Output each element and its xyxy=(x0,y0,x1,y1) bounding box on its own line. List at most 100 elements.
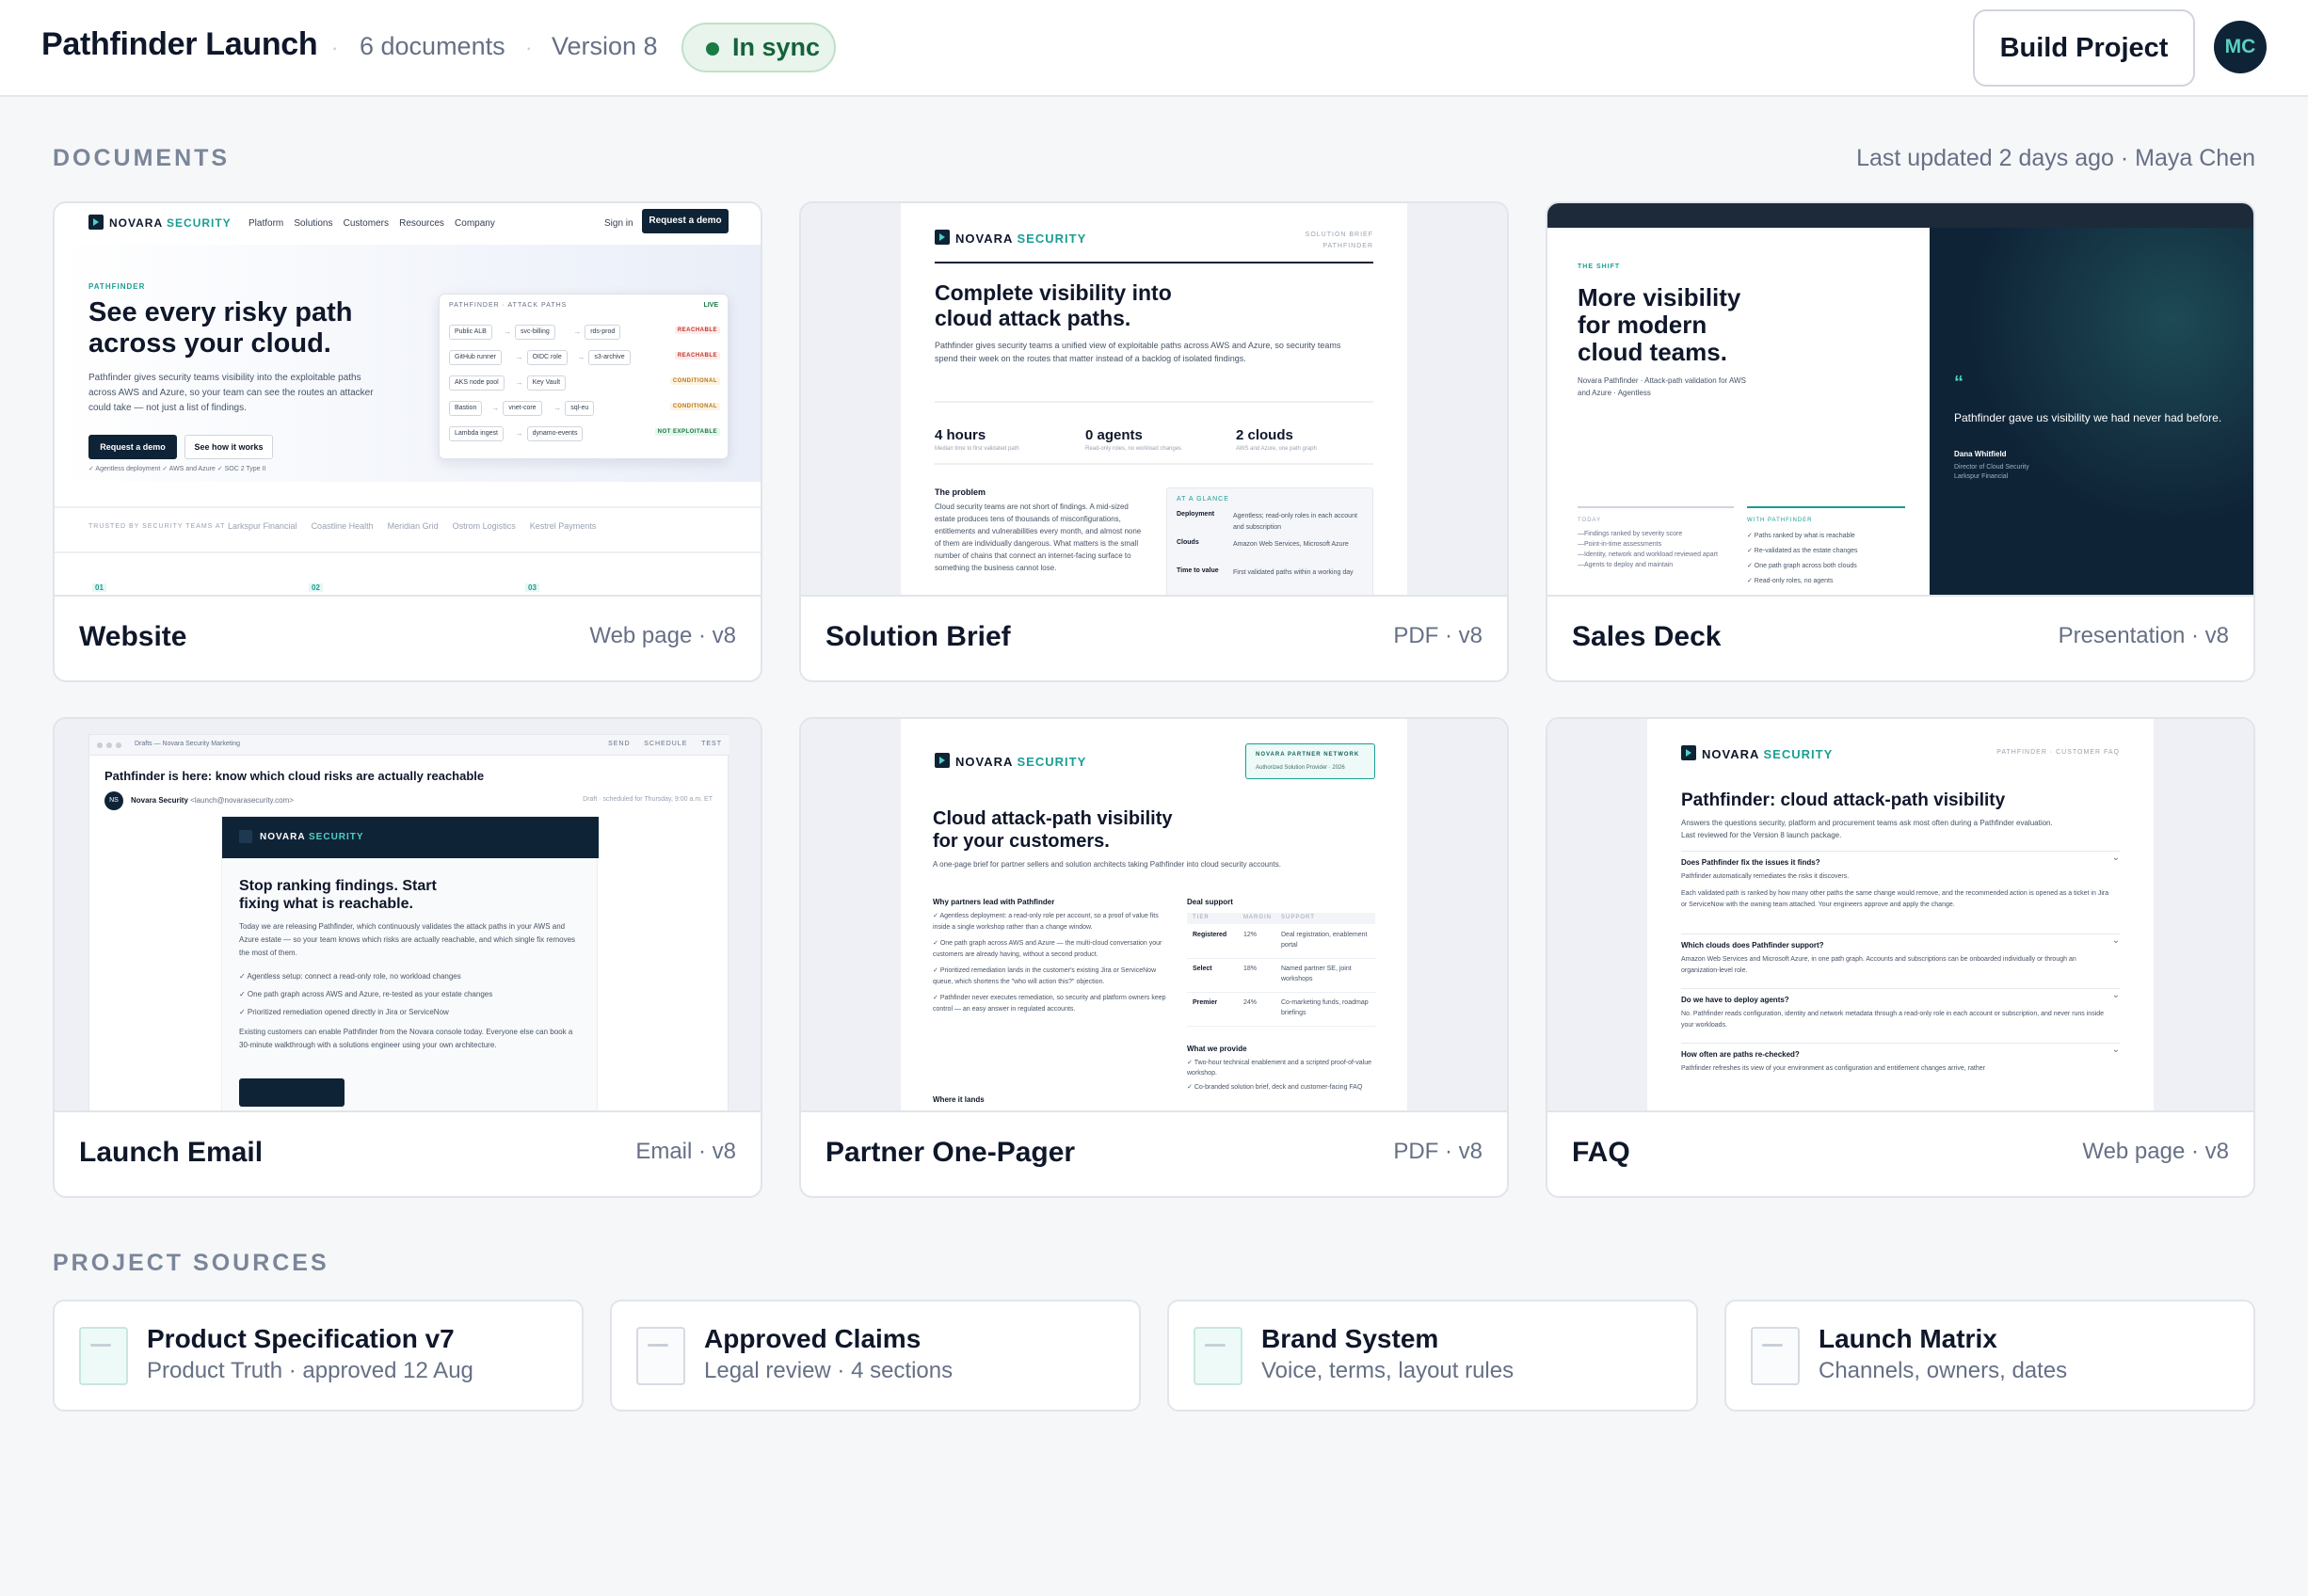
document-type: Presentation · v8 xyxy=(2058,623,2229,648)
glance-key: Clouds xyxy=(1177,539,1199,546)
sender-name: Novara Security <launch@novarasecurity.c… xyxy=(131,796,294,805)
faq-question: Does Pathfinder fix the issues it finds? xyxy=(1681,858,1820,867)
document-card-faq[interactable]: NOVARA SECURITY PATHFINDER · CUSTOMER FA… xyxy=(1546,717,2255,1198)
document-card-website[interactable]: NOVARA SECURITY Platform Solutions Custo… xyxy=(53,201,762,682)
with-rule xyxy=(1747,506,1905,508)
email-scheduled: Draft · scheduled for Thursday, 9:00 a.m… xyxy=(583,796,713,803)
project-sources-label: PROJECT SOURCES xyxy=(53,1250,329,1276)
novara-logo-icon xyxy=(1681,745,1696,760)
chevron-down-icon: ⌄ xyxy=(2111,1045,2120,1055)
faq-answer: Each validated path is ranked by how man… xyxy=(1681,890,2109,908)
arrow-icon: → xyxy=(491,404,500,412)
faq-intro: Answers the questions security, platform… xyxy=(1681,819,2053,839)
document-icon xyxy=(1194,1327,1242,1385)
document-name: Website xyxy=(79,621,187,652)
faq-answer: Amazon Web Services and Microsoft Azure,… xyxy=(1681,956,2076,974)
separator-dot: · xyxy=(331,36,339,59)
faq-question: Which clouds does Pathfinder support? xyxy=(1681,941,1824,950)
stat-label: Read-only roles, no workload changes xyxy=(1085,446,1182,452)
document-card-solution-brief[interactable]: NOVARA SECURITY SOLUTION BRIEF PATHFINDER… xyxy=(799,201,1509,682)
problem-text: Cloud security teams are not short of fi… xyxy=(935,503,1142,572)
hero-headline: See every risky path across your cloud. xyxy=(88,297,353,359)
arrow-icon: → xyxy=(515,429,523,438)
faq-rule xyxy=(1681,1043,2120,1044)
faq-answer: Pathfinder automatically remediates the … xyxy=(1681,873,1850,880)
hero-eyebrow: PATHFINDER xyxy=(88,282,146,291)
deal-cell: Co-marketing funds, roadmap briefings xyxy=(1281,999,1369,1016)
sales-deck-thumbnail: THE SHIFT More visibility for modern cloud… xyxy=(1547,203,2253,597)
email-cta-button xyxy=(239,1078,345,1107)
document-count: 6 documents xyxy=(360,32,505,60)
divider xyxy=(55,506,761,508)
email-actions: SEND SCHEDULE TEST xyxy=(608,741,722,747)
path-node: Lambda ingest xyxy=(449,426,504,441)
provide-heading: What we provide xyxy=(1187,1045,1247,1053)
row-rule xyxy=(1187,1026,1375,1027)
document-card-sales-deck[interactable]: THE SHIFT More visibility for modern cloud… xyxy=(1546,201,2255,682)
path-status-badge: CONDITIONAL xyxy=(669,403,720,410)
document-card-launch-email[interactable]: Drafts — Novara Security Marketing SEND … xyxy=(53,717,762,1198)
partner-network-badge: NOVARA PARTNER NETWORK Authorized Soluti… xyxy=(1245,743,1375,779)
source-subtitle: Product Truth · approved 12 Aug xyxy=(147,1358,473,1383)
partner-title: Cloud attack-path visibility for your cus… xyxy=(933,808,1173,852)
request-demo-nav-button: Request a demo xyxy=(642,209,729,233)
path-node: sql-eu xyxy=(565,401,595,416)
rule xyxy=(935,463,1373,465)
path-node: s3-archive xyxy=(588,350,631,365)
email-body-text: Today we are releasing Pathfinder, which… xyxy=(239,922,576,957)
step-number: 03 xyxy=(525,583,539,592)
documents-section-label: DOCUMENTS xyxy=(53,145,231,171)
document-name: Launch Email xyxy=(79,1137,264,1168)
column-header: MARGIN xyxy=(1243,915,1272,920)
site-nav: Platform Solutions Customers Resources C… xyxy=(248,218,495,229)
document-name: Sales Deck xyxy=(1572,621,1722,652)
step-number: 02 xyxy=(309,583,323,592)
email-banner: NOVARA SECURITY xyxy=(222,817,599,858)
email-subject: Pathfinder is here: know which cloud ris… xyxy=(104,769,485,783)
document-type: Web page · v8 xyxy=(589,623,736,648)
source-card-brand-system[interactable]: Brand System Voice, terms, layout rules xyxy=(1167,1300,1698,1412)
step-number: 01 xyxy=(92,583,106,592)
source-card-approved-claims[interactable]: Approved Claims Legal review · 4 section… xyxy=(610,1300,1141,1412)
attack-path-panel: PATHFINDER · ATTACK PATHS LIVE Public AL… xyxy=(439,294,729,459)
hero-body: Pathfinder gives security teams visibili… xyxy=(88,373,374,413)
status-dot-icon xyxy=(706,42,719,56)
chevron-down-icon: ⌄ xyxy=(2111,990,2120,1000)
arrow-icon: → xyxy=(577,353,585,361)
attack-path-row: Lambda ingest → dynamo-events NOT EXPLOITAB… xyxy=(449,426,720,443)
stat-value: 2 clouds xyxy=(1236,427,1293,443)
source-title: Launch Matrix xyxy=(1819,1324,1997,1353)
today-heading: TODAY xyxy=(1578,518,1602,523)
novara-logo-icon xyxy=(239,830,252,843)
attack-path-row: Public ALB → svc-billing → rds-prod REACHABLE xyxy=(449,325,720,342)
document-card-partner-one-pager[interactable]: NOVARA SECURITY NOVARA PARTNER NETWORK A… xyxy=(799,717,1509,1198)
source-title: Brand System xyxy=(1261,1324,1439,1353)
document-type: PDF · v8 xyxy=(1393,623,1483,648)
window-dot-icon xyxy=(106,742,112,748)
sync-status-badge: In sync xyxy=(681,23,836,72)
window-dot-icon xyxy=(97,742,103,748)
glance-key: Deployment xyxy=(1177,511,1215,518)
source-card-launch-matrix[interactable]: Launch Matrix Channels, owners, dates xyxy=(1724,1300,2255,1412)
deal-cell: 24% xyxy=(1243,999,1258,1006)
document-icon xyxy=(79,1327,128,1385)
chevron-down-icon: ⌄ xyxy=(2111,935,2120,946)
build-project-button[interactable]: Build Project xyxy=(1973,9,2195,87)
attack-path-row: GitHub runner → OIDC role → s3-archive REACHA… xyxy=(449,350,720,367)
source-card-product-spec[interactable]: Product Specification v7 Product Truth ·… xyxy=(53,1300,584,1412)
testimonial-name: Dana Whitfield xyxy=(1954,450,2007,458)
faq-rule xyxy=(1681,851,2120,852)
website-thumbnail: NOVARA SECURITY Platform Solutions Custo… xyxy=(55,203,761,597)
deal-cell: 18% xyxy=(1243,966,1258,972)
arrow-icon: → xyxy=(553,404,562,412)
document-name: Partner One-Pager xyxy=(825,1137,1076,1168)
hero-demo-button: Request a demo xyxy=(88,435,177,459)
faq-page: NOVARA SECURITY PATHFINDER · CUSTOMER FA… xyxy=(1647,719,2154,1110)
email-headline: Stop ranking findings. Start fixing what … xyxy=(239,878,437,912)
window-dot-icon xyxy=(116,742,121,748)
trusted-label: TRUSTED BY SECURITY TEAMS AT xyxy=(88,523,226,530)
stat-value: 0 agents xyxy=(1085,427,1143,443)
path-node: Bastion xyxy=(449,401,483,416)
stat-label: AWS and Azure, one path graph xyxy=(1236,446,1317,452)
user-avatar[interactable]: MC xyxy=(2214,21,2267,73)
